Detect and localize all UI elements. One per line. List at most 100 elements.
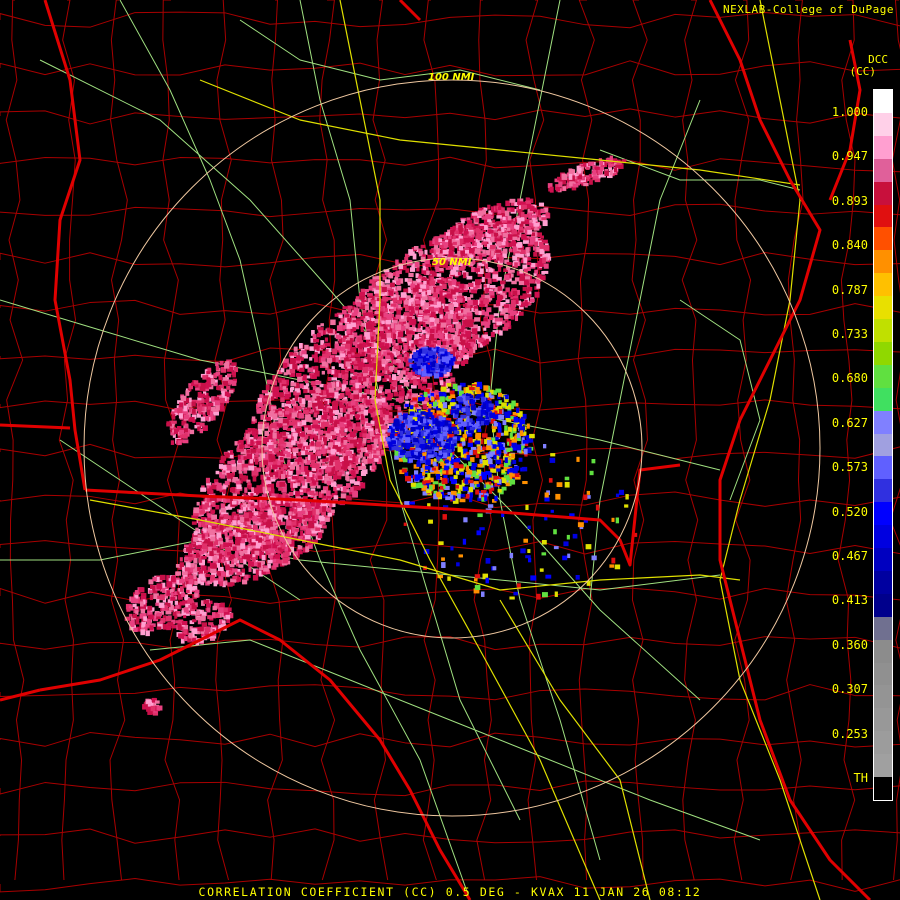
echo-pixel	[400, 326, 406, 331]
echo-pixel	[342, 306, 348, 310]
echo-pixel	[403, 345, 408, 351]
echo-pixel	[399, 379, 404, 384]
echo-pixel	[359, 439, 363, 444]
echo-pixel	[428, 300, 434, 304]
echo-pixel	[471, 328, 478, 335]
echo-pixel	[336, 325, 343, 332]
echo-pixel	[256, 490, 260, 495]
echo-pixel	[339, 393, 345, 398]
echo-pixel	[311, 479, 315, 484]
echo-pixel	[410, 267, 416, 272]
echo-pixel	[385, 279, 391, 284]
echo-pixel	[322, 421, 329, 427]
echo-pixel	[500, 295, 504, 300]
echo-pixel	[337, 471, 343, 476]
echo-pixel	[407, 372, 413, 379]
echo-pixel	[215, 470, 220, 475]
echo-pixel	[307, 367, 314, 373]
echo-pixel	[394, 345, 399, 350]
echo-pixel	[323, 384, 327, 390]
echo-pixel	[436, 273, 442, 277]
echo-pixel	[392, 359, 397, 364]
echo-pixel	[454, 307, 458, 312]
echo-pixel	[518, 280, 525, 286]
echo-pixel	[301, 398, 306, 405]
echo-pixel	[241, 475, 247, 480]
echo-pixel	[299, 343, 303, 349]
county-line	[0, 828, 900, 844]
echo-pixel	[345, 495, 352, 501]
echo-pixel	[212, 502, 216, 508]
echo-pixel	[514, 315, 519, 322]
echo-pixel	[374, 458, 379, 462]
echo-pixel	[312, 402, 318, 407]
echo-pixel	[475, 279, 481, 286]
echo-pixel	[439, 295, 445, 301]
echo-pixel	[318, 429, 324, 435]
echo-pixel	[524, 300, 528, 304]
echo-pixel	[496, 253, 501, 258]
echo-pixel	[223, 485, 227, 489]
echo-pixel	[469, 348, 474, 355]
echo-pixel	[425, 284, 430, 290]
echo-pixel	[320, 323, 324, 327]
echo-pixel	[381, 333, 387, 340]
echo-pixel	[339, 421, 344, 427]
echo-pixel	[403, 288, 409, 293]
echo-pixel	[329, 417, 334, 424]
echo-pixel	[509, 312, 515, 316]
echo-pixel	[265, 467, 270, 471]
county-line	[0, 203, 900, 218]
echo-pixel	[415, 339, 419, 345]
echo-pixel	[238, 564, 244, 568]
echo-pixel	[327, 512, 332, 517]
echo-pixel	[404, 278, 408, 282]
echo-pixel	[272, 413, 278, 420]
echo-pixel	[451, 279, 457, 285]
echo-pixel	[308, 510, 313, 515]
echo-pixel	[295, 491, 300, 497]
echo-pixel	[300, 531, 304, 536]
county-line	[0, 780, 900, 797]
echo-pixel	[247, 428, 251, 432]
echo-pixel	[346, 414, 350, 420]
echo-pixel	[478, 337, 484, 343]
echo-pixel	[250, 448, 257, 453]
echo-pixel	[367, 343, 372, 347]
echo-pixel	[336, 345, 341, 351]
echo-pixel	[347, 317, 352, 323]
echo-pixel	[312, 334, 317, 339]
echo-pixel	[291, 412, 296, 419]
echo-pixel	[378, 386, 383, 391]
echo-pixel	[210, 511, 215, 515]
echo-pixel	[268, 535, 274, 539]
echo-pixel	[510, 300, 516, 305]
echo-pixel	[425, 326, 429, 332]
echo-pixel	[448, 304, 455, 311]
echo-pixel	[264, 430, 270, 437]
echo-pixel	[362, 342, 367, 348]
echo-pixel	[397, 331, 404, 337]
echo-pixel	[415, 310, 419, 314]
echo-pixel	[436, 325, 440, 331]
echo-pixel	[251, 542, 256, 546]
echo-pixel	[284, 393, 290, 400]
echo-pixel	[498, 305, 503, 312]
echo-pixel	[503, 304, 509, 308]
echo-pixel	[342, 380, 347, 384]
echo-pixel	[370, 377, 375, 383]
echo-pixel	[353, 429, 358, 434]
echo-pixel	[462, 272, 467, 279]
echo-pixel	[281, 473, 286, 480]
echo-pixel	[346, 328, 351, 334]
echo-pixel	[261, 561, 266, 565]
echo-pixel	[245, 433, 250, 439]
echo-pixel	[388, 290, 394, 296]
echo-pixel	[279, 482, 284, 487]
echo-pixel	[329, 456, 334, 462]
echo-pixel	[332, 410, 339, 414]
echo-pixel	[360, 482, 366, 489]
echo-pixel	[280, 445, 284, 451]
echo-pixel	[326, 358, 333, 363]
echo-pixel	[248, 465, 255, 471]
